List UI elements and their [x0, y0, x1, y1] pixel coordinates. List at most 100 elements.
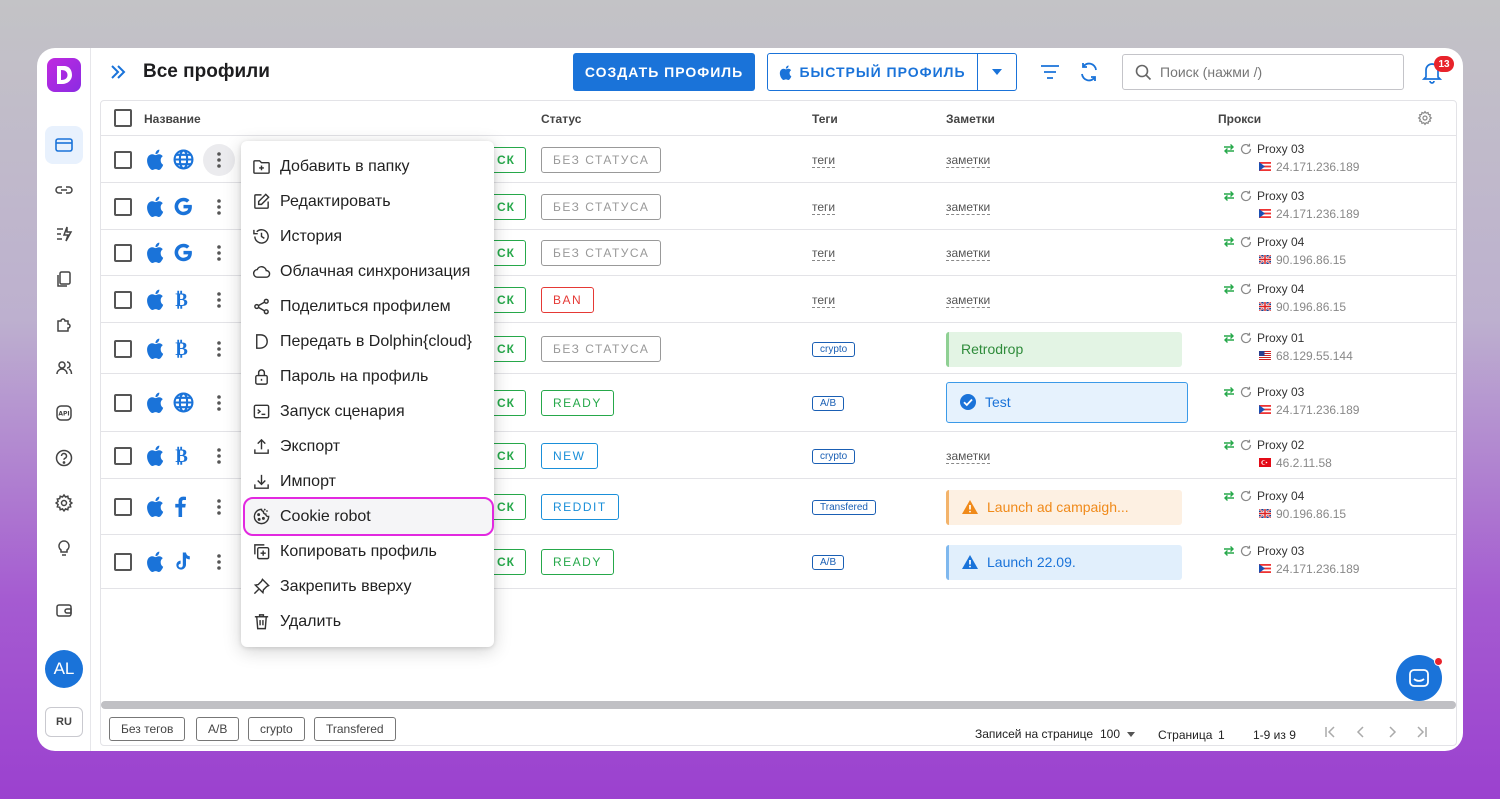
proxy-name[interactable]: Proxy 04: [1257, 235, 1304, 249]
swap-icon[interactable]: [1223, 386, 1235, 398]
footer-tag-chip[interactable]: crypto: [248, 717, 305, 741]
swap-icon[interactable]: [1223, 190, 1235, 202]
settings-icon[interactable]: [45, 484, 83, 522]
quick-profile-dropdown[interactable]: [978, 54, 1016, 90]
profiles-icon[interactable]: [45, 126, 83, 164]
row-checkbox[interactable]: [114, 447, 132, 465]
language-switch[interactable]: RU: [45, 707, 83, 737]
more-vert-icon[interactable]: [203, 144, 235, 176]
tags-link[interactable]: теги: [812, 200, 836, 215]
proxy-name[interactable]: Proxy 04: [1257, 489, 1304, 503]
note-box[interactable]: Test: [946, 381, 1188, 423]
refresh-proxy-icon[interactable]: [1240, 490, 1252, 502]
tags-link[interactable]: теги: [812, 246, 836, 261]
column-tags[interactable]: Теги: [812, 112, 838, 126]
api-icon[interactable]: API: [45, 394, 83, 432]
more-vert-icon[interactable]: [203, 491, 235, 523]
wallet-icon[interactable]: [45, 591, 83, 629]
menu-item-copy-profile[interactable]: Копировать профиль: [241, 534, 494, 569]
first-page-icon[interactable]: [1323, 725, 1337, 739]
notes-link[interactable]: заметки: [946, 200, 991, 215]
refresh-proxy-icon[interactable]: [1240, 545, 1252, 557]
row-checkbox[interactable]: [114, 244, 132, 262]
proxy-name[interactable]: Proxy 03: [1257, 189, 1304, 203]
note-box[interactable]: Launch ad campaigh...: [946, 489, 1182, 525]
tag-chip[interactable]: A/B: [812, 555, 845, 570]
row-checkbox[interactable]: [114, 198, 132, 216]
status-badge[interactable]: БЕЗ СТАТУСА: [541, 336, 662, 362]
status-badge[interactable]: БЕЗ СТАТУСА: [541, 240, 662, 266]
note-box[interactable]: Launch 22.09.: [946, 544, 1182, 580]
per-page-chevron-icon[interactable]: [1127, 732, 1135, 737]
menu-item-lock[interactable]: Пароль на профиль: [241, 359, 494, 394]
proxy-name[interactable]: Proxy 02: [1257, 438, 1304, 452]
menu-item-cookie[interactable]: Cookie robot: [243, 497, 494, 536]
proxy-name[interactable]: Proxy 01: [1257, 331, 1304, 345]
select-all-checkbox[interactable]: [114, 109, 132, 127]
more-vert-icon[interactable]: [203, 191, 235, 223]
menu-item-pin[interactable]: Закрепить вверху: [241, 569, 494, 604]
quick-profile-main[interactable]: БЫСТРЫЙ ПРОФИЛЬ: [768, 54, 978, 90]
proxy-name[interactable]: Proxy 03: [1257, 544, 1304, 558]
swap-icon[interactable]: [1223, 545, 1235, 557]
refresh-proxy-icon[interactable]: [1240, 332, 1252, 344]
status-badge[interactable]: READY: [541, 549, 614, 575]
tag-chip[interactable]: Transfered: [812, 500, 876, 515]
refresh-proxy-icon[interactable]: [1240, 439, 1252, 451]
status-badge[interactable]: БЕЗ СТАТУСА: [541, 194, 662, 220]
status-badge[interactable]: БЕЗ СТАТУСА: [541, 147, 662, 173]
refresh-proxy-icon[interactable]: [1240, 283, 1252, 295]
swap-icon[interactable]: [1223, 490, 1235, 502]
row-checkbox[interactable]: [114, 553, 132, 571]
search-input[interactable]: [1160, 64, 1380, 80]
swap-icon[interactable]: [1223, 236, 1235, 248]
refresh-proxy-icon[interactable]: [1240, 386, 1252, 398]
next-page-icon[interactable]: [1385, 725, 1399, 739]
more-vert-icon[interactable]: [203, 546, 235, 578]
footer-tag-chip[interactable]: Без тегов: [109, 717, 186, 741]
tag-chip[interactable]: crypto: [812, 449, 856, 464]
row-checkbox[interactable]: [114, 340, 132, 358]
notes-link[interactable]: заметки: [946, 246, 991, 261]
status-badge[interactable]: BAN: [541, 287, 595, 313]
swap-icon[interactable]: [1223, 439, 1235, 451]
dolphin-logo[interactable]: [47, 58, 81, 92]
status-badge[interactable]: REDDIT: [541, 494, 619, 520]
menu-item-edit[interactable]: Редактировать: [241, 184, 494, 219]
puzzle-icon[interactable]: [45, 305, 83, 343]
more-vert-icon[interactable]: [203, 387, 235, 419]
tags-link[interactable]: теги: [812, 153, 836, 168]
menu-item-folder-plus[interactable]: Добавить в папку: [241, 149, 494, 184]
row-checkbox[interactable]: [114, 291, 132, 309]
copy-icon[interactable]: [45, 260, 83, 298]
menu-item-export[interactable]: Экспорт: [241, 429, 494, 464]
last-page-icon[interactable]: [1415, 725, 1429, 739]
swap-icon[interactable]: [1223, 332, 1235, 344]
status-badge[interactable]: READY: [541, 390, 614, 416]
status-badge[interactable]: NEW: [541, 443, 598, 469]
search-box[interactable]: [1122, 54, 1404, 90]
column-name[interactable]: Название: [144, 112, 201, 126]
menu-item-cloud[interactable]: Облачная синхронизация: [241, 254, 494, 289]
more-vert-icon[interactable]: [203, 440, 235, 472]
users-icon[interactable]: [45, 349, 83, 387]
more-vert-icon[interactable]: [203, 237, 235, 269]
menu-item-trash[interactable]: Удалить: [241, 604, 494, 639]
note-box[interactable]: Retrodrop: [946, 331, 1182, 367]
menu-item-share[interactable]: Поделиться профилем: [241, 289, 494, 324]
link-icon[interactable]: [45, 171, 83, 209]
notes-link[interactable]: заметки: [946, 449, 991, 464]
column-notes[interactable]: Заметки: [946, 112, 995, 126]
column-proxy[interactable]: Прокси: [1218, 112, 1261, 126]
expand-sidebar-icon[interactable]: [109, 64, 127, 85]
column-status[interactable]: Статус: [541, 112, 581, 126]
bulb-icon[interactable]: [45, 529, 83, 567]
row-checkbox[interactable]: [114, 498, 132, 516]
footer-tag-chip[interactable]: Transfered: [314, 717, 396, 741]
tag-chip[interactable]: crypto: [812, 342, 856, 357]
tags-link[interactable]: теги: [812, 293, 836, 308]
filter-icon[interactable]: [1039, 62, 1061, 87]
horizontal-scrollbar[interactable]: [101, 701, 1456, 709]
proxy-name[interactable]: Proxy 03: [1257, 385, 1304, 399]
row-checkbox[interactable]: [114, 151, 132, 169]
